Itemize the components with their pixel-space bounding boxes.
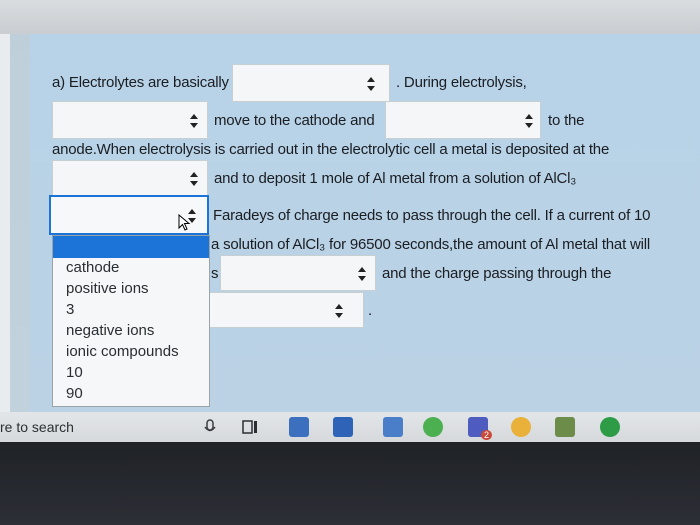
screen: a) Electrolytes are basically . During e… bbox=[0, 0, 700, 412]
chrome-icon[interactable] bbox=[511, 417, 531, 437]
dropdown-highlight bbox=[53, 236, 209, 258]
select-1[interactable] bbox=[232, 64, 390, 102]
dropdown-option[interactable]: 3 bbox=[66, 301, 74, 318]
photos-icon[interactable] bbox=[555, 417, 575, 437]
dropdown-option[interactable]: negative ions bbox=[66, 322, 154, 339]
text-line5: Faradeys of charge needs to pass through… bbox=[213, 207, 651, 224]
dropdown-option[interactable]: positive ions bbox=[66, 280, 149, 297]
select-6[interactable] bbox=[220, 255, 376, 291]
taskbar: re to search 2 bbox=[0, 412, 700, 442]
mouse-cursor-icon bbox=[178, 214, 191, 231]
text-line2-mid: move to the cathode and bbox=[214, 112, 375, 129]
whatsapp-icon[interactable] bbox=[600, 417, 620, 437]
top-area bbox=[0, 0, 700, 34]
chevron-updown-icon bbox=[189, 114, 199, 128]
text-line8-end: . bbox=[368, 302, 372, 319]
teams-badge: 2 bbox=[480, 430, 492, 440]
monitor-bezel-bottom bbox=[0, 442, 700, 525]
text-line1-after: . During electrolysis, bbox=[396, 74, 527, 91]
dropdown-list[interactable]: cathode positive ions 3 negative ions io… bbox=[52, 235, 210, 407]
dropdown-option[interactable]: 90 bbox=[66, 385, 83, 402]
select-7[interactable] bbox=[208, 292, 364, 328]
explorer-icon[interactable] bbox=[289, 417, 309, 437]
dropdown-option[interactable]: 10 bbox=[66, 364, 83, 381]
text-line3: anode.When electrolysis is carried out i… bbox=[52, 141, 610, 158]
chevron-updown-icon bbox=[189, 172, 199, 186]
microphone-icon[interactable] bbox=[200, 417, 220, 437]
mail-icon[interactable] bbox=[383, 417, 403, 437]
text-line7-s: s bbox=[211, 265, 219, 282]
chevron-updown-icon bbox=[357, 267, 367, 281]
task-view-icon[interactable] bbox=[240, 417, 260, 437]
text-line7-end: and the charge passing through the bbox=[382, 265, 612, 282]
dropdown-option[interactable]: cathode bbox=[66, 259, 119, 276]
text-line4: and to deposit 1 mole of Al metal from a… bbox=[214, 170, 577, 187]
store-icon[interactable] bbox=[333, 417, 353, 437]
chevron-updown-icon bbox=[334, 304, 344, 318]
text-line2-end: to the bbox=[548, 112, 585, 129]
select-4[interactable] bbox=[52, 160, 208, 196]
dropdown-option[interactable]: ionic compounds bbox=[66, 343, 179, 360]
chevron-updown-icon bbox=[366, 77, 376, 91]
select-3[interactable] bbox=[385, 101, 541, 139]
text-line6: a solution of AlCl₃ for 96500 seconds,th… bbox=[211, 236, 651, 253]
edge-icon[interactable] bbox=[423, 417, 443, 437]
teams-icon[interactable]: 2 bbox=[468, 417, 492, 440]
taskbar-search-text[interactable]: re to search bbox=[0, 419, 74, 435]
select-2[interactable] bbox=[52, 101, 208, 139]
chevron-updown-icon bbox=[524, 114, 534, 128]
window-left-edge bbox=[0, 0, 10, 412]
text-line1-before: a) Electrolytes are basically bbox=[52, 74, 229, 91]
